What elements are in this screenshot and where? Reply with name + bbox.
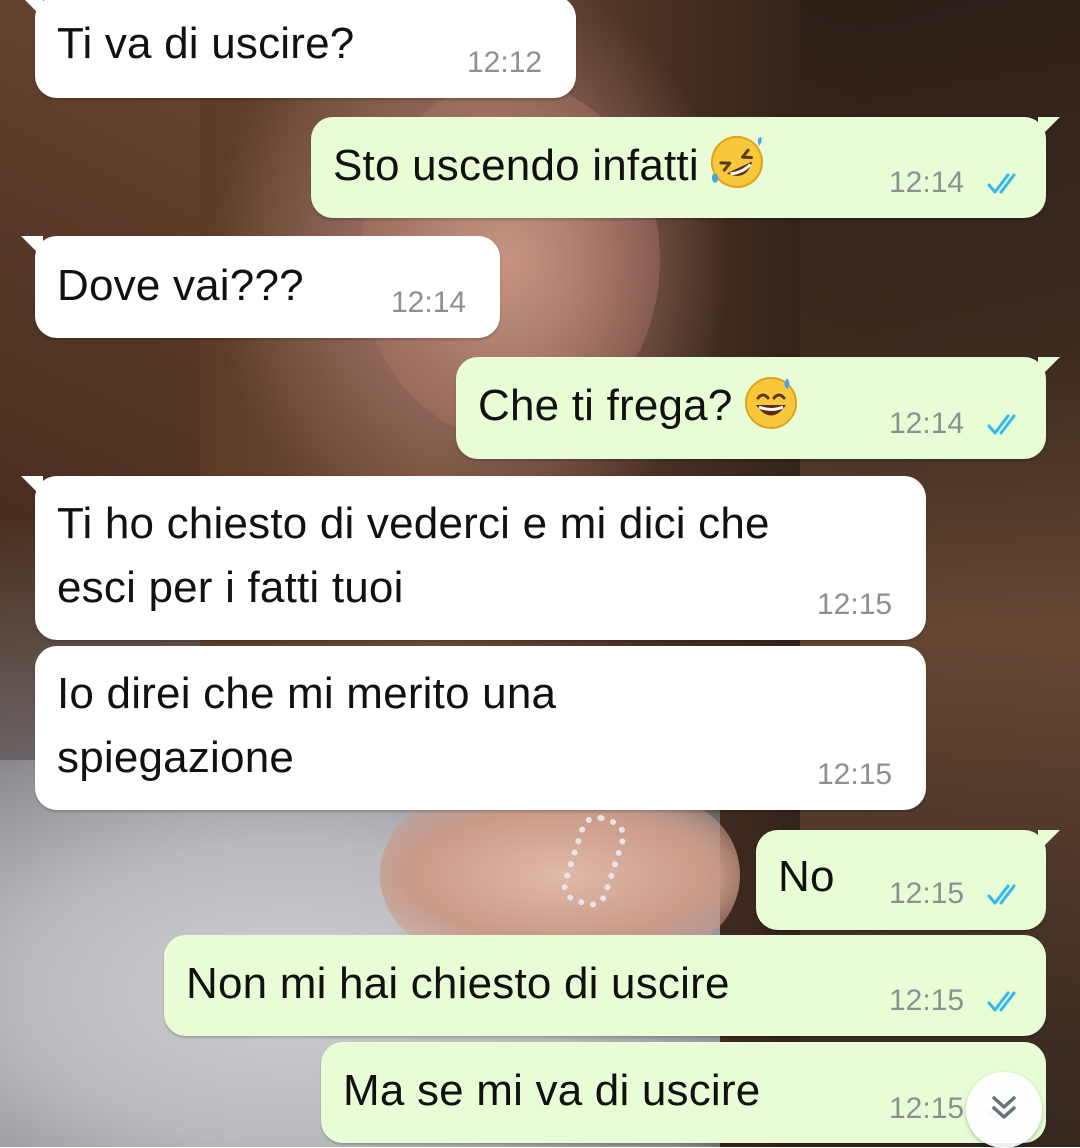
message-bubble-outgoing[interactable]: Sto uscendo infatti 12:14	[311, 117, 1060, 218]
message-text: Sto uscendo infatti	[333, 134, 765, 198]
message-text: Non mi hai chiesto di uscire	[186, 959, 730, 1008]
message-timestamp: 12:15	[889, 984, 965, 1017]
read-receipt-double-check-icon	[987, 882, 1025, 908]
message-text: Che ti frega?	[478, 374, 799, 438]
message-bubble-incoming[interactable]: Io direi che mi merito una spiegazione 1…	[35, 646, 926, 810]
message-bubble-incoming[interactable]: Ti ho chiesto di vederci e mi dici che e…	[21, 476, 926, 640]
message-timestamp: 12:15	[889, 1092, 965, 1125]
double-chevron-down-icon	[987, 1091, 1021, 1130]
message-bubble-outgoing[interactable]: Che ti frega? 12:14	[456, 357, 1060, 459]
message-timestamp: 12:15	[889, 877, 965, 910]
message-text: Ma se mi va di uscire	[343, 1066, 761, 1115]
rolling-on-floor-laughing-emoji-icon	[709, 134, 765, 190]
message-timestamp: 12:15	[817, 758, 893, 791]
read-receipt-double-check-icon	[987, 412, 1025, 438]
message-timestamp: 12:14	[889, 166, 965, 199]
grinning-face-with-sweat-emoji-icon	[743, 374, 799, 430]
message-text-content: Che ti frega?	[478, 381, 733, 430]
message-text: Io direi che mi merito una spiegazione	[57, 669, 557, 782]
read-receipt-double-check-icon	[987, 989, 1025, 1015]
message-timestamp: 12:14	[889, 407, 965, 440]
message-bubble-incoming[interactable]: Dove vai??? 12:14	[21, 236, 500, 338]
message-bubble-incoming[interactable]: Ti va di uscire? 12:12	[21, 0, 576, 98]
message-list[interactable]: Ti va di uscire? 12:12 Sto uscendo infat…	[0, 0, 1080, 1148]
scroll-to-bottom-button[interactable]	[966, 1072, 1042, 1148]
message-timestamp: 12:14	[391, 286, 467, 319]
message-text: Ti ho chiesto di vederci e mi dici che e…	[57, 499, 770, 612]
read-receipt-double-check-icon	[987, 171, 1025, 197]
message-text: Ti va di uscire?	[57, 19, 355, 68]
message-bubble-outgoing[interactable]: Non mi hai chiesto di uscire 12:15	[164, 935, 1046, 1036]
message-text: No	[778, 852, 835, 901]
message-bubble-outgoing[interactable]: No 12:15	[756, 830, 1060, 930]
message-timestamp: 12:12	[467, 46, 543, 79]
message-text-content: Sto uscendo infatti	[333, 141, 699, 190]
message-timestamp: 12:15	[817, 588, 893, 621]
message-bubble-outgoing[interactable]: Ma se mi va di uscire 12:15	[321, 1042, 1046, 1143]
message-text: Dove vai???	[57, 261, 304, 310]
